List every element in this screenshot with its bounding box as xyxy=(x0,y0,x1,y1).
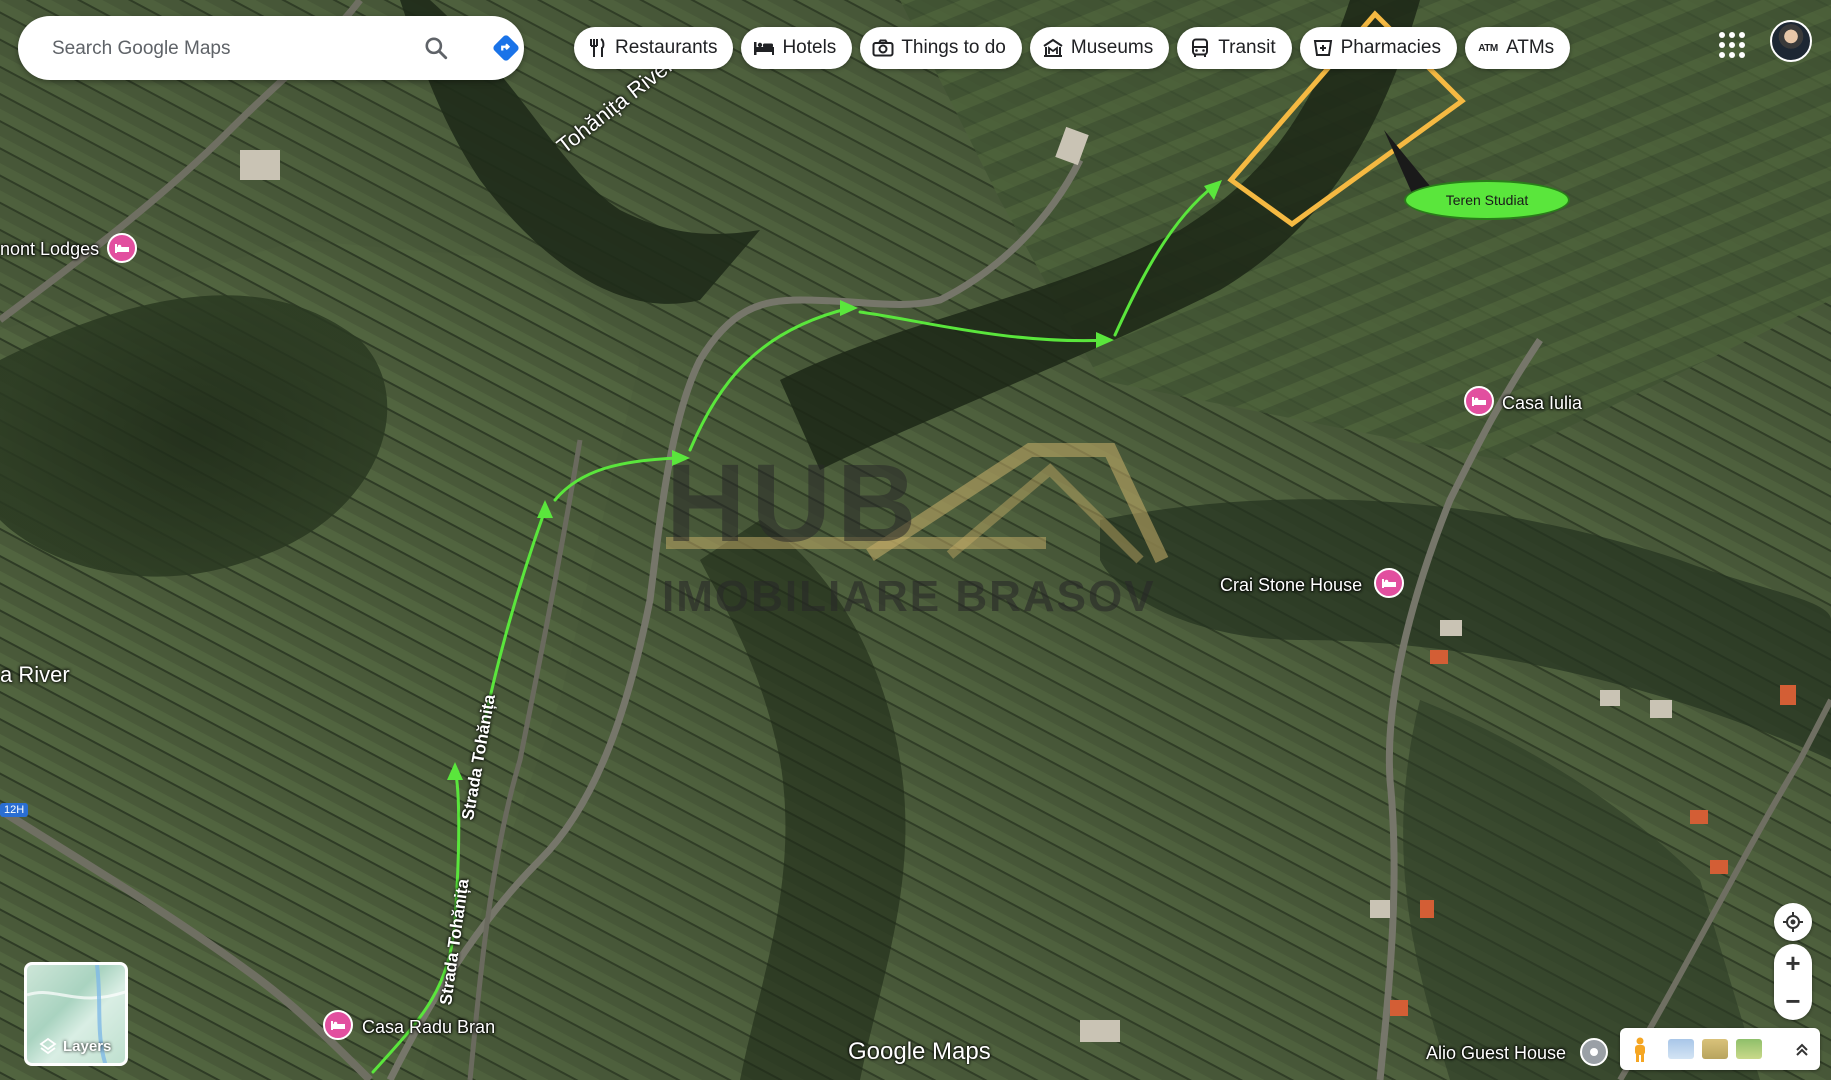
chip-label: Hotels xyxy=(782,37,837,58)
place-pin-icon[interactable] xyxy=(1580,1038,1608,1066)
chip-atms[interactable]: ATM ATMs xyxy=(1464,27,1571,69)
poi-label-casa-radu[interactable]: Casa Radu Bran xyxy=(362,1017,495,1038)
chip-museums[interactable]: Museums xyxy=(1029,27,1170,69)
atm-icon: ATM xyxy=(1478,42,1498,54)
chip-transit[interactable]: Transit xyxy=(1177,27,1292,69)
layers-icon xyxy=(39,1037,57,1055)
chip-label: Museums xyxy=(1070,37,1154,58)
bus-icon xyxy=(1189,37,1211,59)
chip-label: Restaurants xyxy=(615,37,718,58)
imagery-thumbnail-1[interactable] xyxy=(1668,1039,1694,1059)
chip-label: Transit xyxy=(1218,37,1276,58)
hotel-pin-icon[interactable] xyxy=(1374,568,1404,598)
callout-teren-studiat: Teren Studiat xyxy=(1404,180,1570,220)
chip-label: Things to do xyxy=(901,37,1006,58)
poi-label-alio[interactable]: Alio Guest House xyxy=(1426,1043,1566,1064)
hotel-pin-icon[interactable] xyxy=(107,233,137,263)
layers-label: Layers xyxy=(63,1037,112,1055)
chip-pharmacies[interactable]: Pharmacies xyxy=(1299,27,1457,69)
watermark-imobiliare: IMOBILIARE BRASOV xyxy=(662,572,1156,621)
avatar[interactable] xyxy=(1770,20,1812,62)
chip-things-to-do[interactable]: Things to do xyxy=(860,27,1022,69)
poi-label-lodges[interactable]: nont Lodges xyxy=(0,239,99,260)
zoom-controls: + − xyxy=(1774,944,1812,1020)
chevron-up-icon[interactable] xyxy=(1792,1041,1812,1057)
chip-restaurants[interactable]: Restaurants xyxy=(574,27,734,69)
river-label-left: a River xyxy=(0,662,70,687)
chip-hotels[interactable]: Hotels xyxy=(741,27,853,69)
hotel-pin-icon[interactable] xyxy=(323,1010,353,1040)
fork-knife-icon xyxy=(586,37,608,59)
watermark-hub: HUB xyxy=(666,442,923,565)
museum-icon xyxy=(1042,37,1064,59)
route-badge: 12H xyxy=(0,803,29,817)
chip-label: Pharmacies xyxy=(1340,37,1441,58)
imagery-thumbnail-2[interactable] xyxy=(1702,1039,1728,1059)
imagery-thumbnail-3[interactable] xyxy=(1736,1039,1762,1059)
poi-label-crai-stone[interactable]: Crai Stone House xyxy=(1220,575,1362,596)
my-location-button[interactable] xyxy=(1774,903,1812,941)
directions-icon[interactable] xyxy=(488,30,524,66)
search-box xyxy=(18,16,524,80)
poi-label-casa-iulia[interactable]: Casa Iulia xyxy=(1502,393,1582,414)
zoom-in-button[interactable]: + xyxy=(1774,944,1812,982)
google-maps-logo: Google Maps xyxy=(848,1038,991,1065)
layers-button[interactable]: Layers xyxy=(24,962,128,1066)
search-icon[interactable] xyxy=(418,30,454,66)
search-input[interactable] xyxy=(50,30,394,68)
bed-icon xyxy=(753,37,775,59)
pharmacy-icon xyxy=(1312,37,1334,59)
zoom-out-button[interactable]: − xyxy=(1774,982,1812,1020)
chip-label: ATMs xyxy=(1505,37,1555,58)
my-location-icon xyxy=(1783,912,1803,932)
apps-grid-icon[interactable] xyxy=(1713,26,1745,58)
pegman-icon[interactable] xyxy=(1624,1034,1656,1066)
category-chips: Restaurants Hotels Things to do Museums … xyxy=(574,27,1571,69)
camera-icon xyxy=(872,37,894,59)
hotel-pin-icon[interactable] xyxy=(1464,386,1494,416)
